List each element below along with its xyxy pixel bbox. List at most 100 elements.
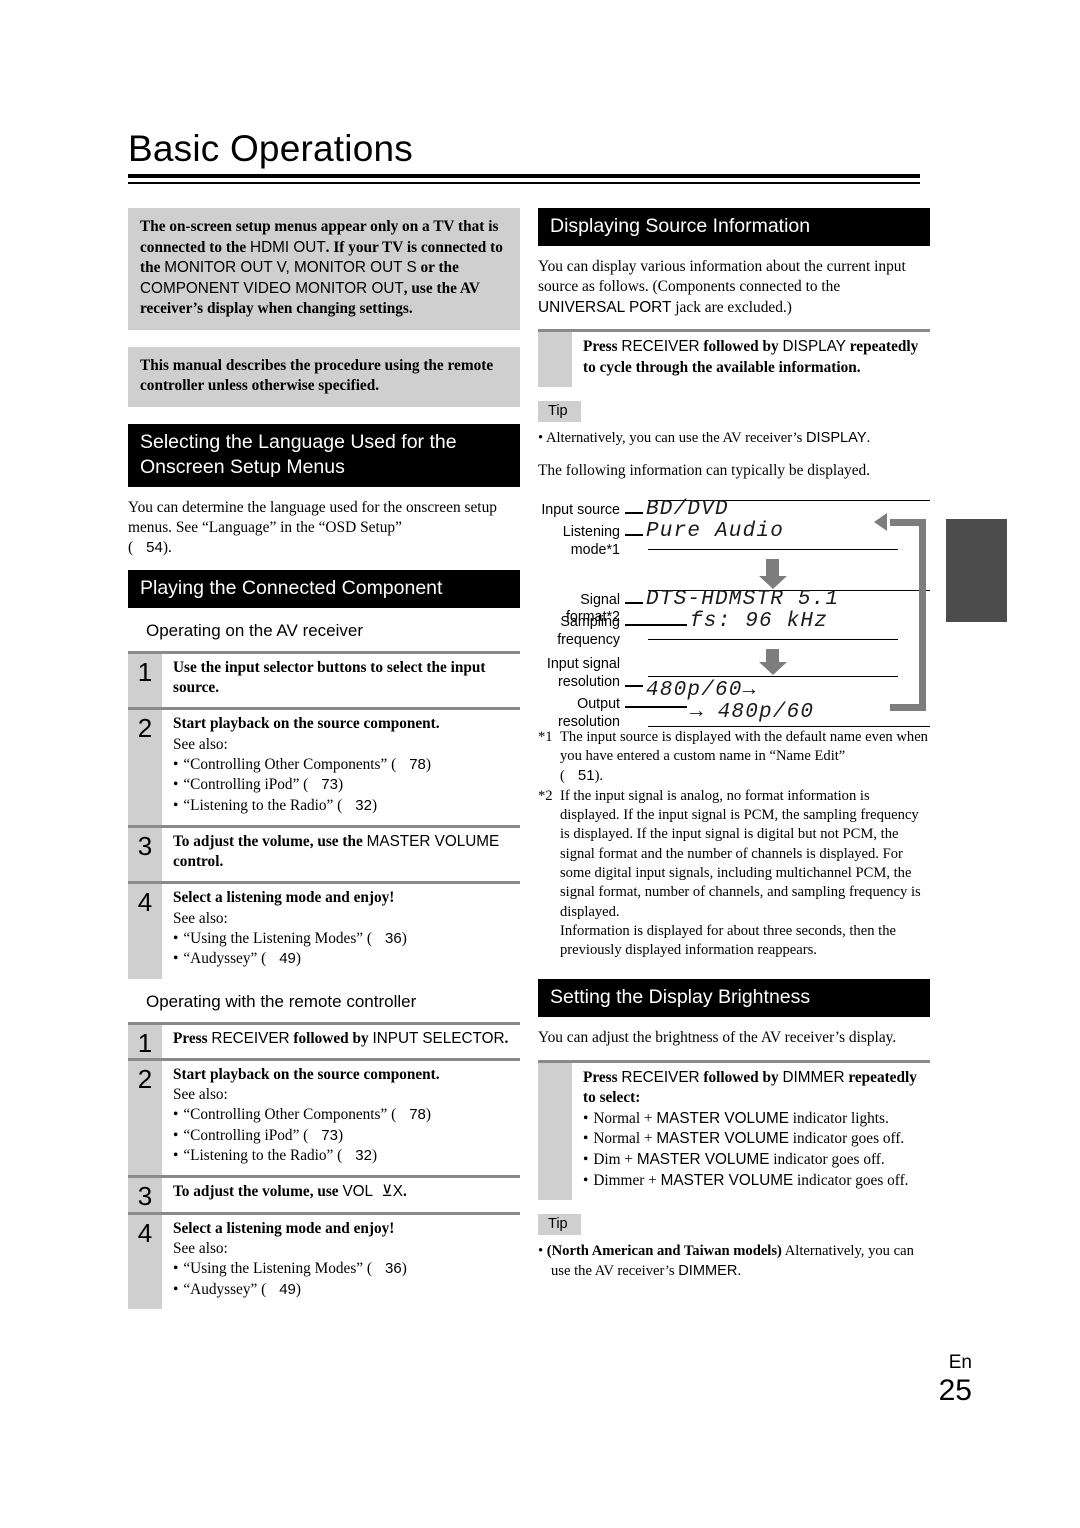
label-input-source: Input source	[541, 501, 620, 518]
page-ref: 32	[355, 796, 372, 814]
page-ref-54: 54	[146, 539, 163, 557]
page-ref: 36	[385, 929, 402, 947]
footnote-1: *1 The input source is displayed with th…	[538, 728, 930, 787]
section-heading-language: Selecting the Language Used for the Onsc…	[128, 423, 520, 487]
document-page: Basic Operations The on-screen setup men…	[0, 0, 1080, 1528]
chapter-edge-tab	[946, 519, 1007, 622]
lcd-input-source: BD/DVD	[646, 497, 729, 521]
step-title: To adjust the volume, use VOL ⊻X.	[173, 1183, 407, 1201]
loop-vertical	[919, 518, 926, 711]
page-ref: 36	[385, 1260, 402, 1278]
step-number: 4	[128, 884, 162, 979]
note-manual-procedure: This manual describes the procedure usin…	[128, 346, 520, 407]
ref-label: “Audyssey” (	[183, 1280, 267, 1298]
section-heading-playing: Playing the Connected Component	[128, 569, 520, 608]
flow-loop-arrow	[868, 513, 926, 711]
step-see-also: See also:	[173, 1239, 228, 1257]
left-column: The on-screen setup menus appear only on…	[128, 208, 520, 1315]
brightness-options: Normal + MASTER VOLUME indicator lights.…	[583, 1109, 930, 1192]
list-item: “Listening to the Radio” (32)	[173, 796, 520, 816]
note-onscreen-menus: The on-screen setup menus appear only on…	[128, 208, 520, 330]
diagram-rule	[648, 548, 898, 551]
list-item: Normal + MASTER VOLUME indicator lights.	[583, 1109, 930, 1130]
ref-label: “Using the Listening Modes” (	[183, 1260, 372, 1278]
step-title: To adjust the volume, use the MASTER VOL…	[173, 832, 500, 871]
ref-label: “Controlling Other Components” (	[183, 755, 397, 773]
tip-bold-models: (North American and Taiwan models)	[546, 1243, 782, 1260]
list-item: “Listening to the Radio” (32)	[173, 1146, 520, 1166]
step-number: 3	[128, 827, 162, 882]
step-title: Press RECEIVER followed by INPUT SELECTO…	[173, 1029, 509, 1047]
list-item: “Controlling Other Components” (78)	[173, 1105, 520, 1125]
ref-close: )	[401, 1260, 407, 1278]
section-heading-brightness: Setting the Display Brightness	[538, 979, 930, 1018]
subhead-operating-remote: Operating with the remote controller	[146, 991, 417, 1011]
label-input-resolution-line2: resolution	[558, 673, 620, 690]
page-ref: 73	[321, 776, 338, 794]
ref-close: )	[295, 950, 301, 968]
section-source-info-body: You can display various information abou…	[538, 258, 906, 316]
ref-close: )	[425, 755, 432, 773]
step-number: 1	[128, 1024, 162, 1058]
diagram-intro: The following information can typically …	[538, 462, 871, 480]
step-row: 4 Select a listening mode and enjoy! See…	[128, 1211, 520, 1309]
footnote-2: *2 If the input signal is analog, no for…	[538, 787, 930, 922]
section-language-text: You can determine the language used for …	[128, 498, 497, 536]
loop-top	[890, 518, 926, 526]
footnote-mark: *1	[538, 728, 553, 745]
label-input-resolution-line1: Input signal	[546, 655, 620, 672]
step-reference-list: “Controlling Other Components” (78) “Con…	[173, 755, 520, 816]
label-sampling-line1: Sampling	[560, 613, 620, 630]
press-instruction-text: Press RECEIVER followed by DISPLAY repea…	[583, 338, 919, 376]
ref-label: “Audyssey” (	[183, 950, 267, 968]
step-title: Select a listening mode and enjoy!	[173, 1219, 395, 1237]
flow-arrow-down	[758, 558, 787, 589]
diagram-leader	[625, 533, 643, 536]
diagram-leader	[625, 705, 687, 708]
list-item: “Controlling iPod” (73)	[173, 775, 520, 795]
ref-close: )	[337, 776, 344, 794]
diagram-leader	[625, 623, 687, 626]
footer-language: En	[948, 1352, 972, 1373]
lcd-sampling-frequency: fs: 96 kHz	[690, 609, 829, 633]
list-item: Normal + MASTER VOLUME indicator goes of…	[583, 1129, 930, 1150]
steps-remote: 1 Press RECEIVER followed by INPUT SELEC…	[128, 1021, 520, 1309]
tip-text-dimmer: • (North American and Taiwan models) Alt…	[538, 1243, 914, 1279]
ref-close: )	[295, 1280, 301, 1298]
section-brightness-body: You can adjust the brightness of the AV …	[538, 1029, 897, 1047]
page-ref-51: 51	[577, 767, 595, 785]
step-row: 4 Select a listening mode and enjoy! See…	[128, 881, 520, 979]
step-reference-list: “Using the Listening Modes” (36) “Audyss…	[173, 929, 520, 970]
diagram-rule	[648, 638, 898, 641]
step-row: 2 Start playback on the source component…	[128, 707, 520, 825]
footnote-text: If the input signal is analog, no format…	[560, 787, 921, 920]
title-rule-thin	[128, 182, 920, 184]
step-title: Select a listening mode and enjoy!	[173, 889, 395, 907]
press-gray-bar	[538, 1062, 572, 1201]
step-reference-list: “Controlling Other Components” (78) “Con…	[173, 1105, 520, 1166]
lcd-output-resolution: → 480p/60	[690, 700, 815, 724]
footnote-text: The input source is displayed with the d…	[560, 728, 928, 765]
ref-label: “Listening to the Radio” (	[183, 1147, 343, 1165]
step-title: Use the input selector buttons to select…	[173, 658, 486, 697]
tip-label-display: Tip	[538, 401, 581, 423]
diagram-leader	[625, 511, 643, 514]
step-row: 3 To adjust the volume, use VOL ⊻X.	[128, 1175, 520, 1212]
step-row: 2 Start playback on the source component…	[128, 1057, 520, 1176]
step-see-also: See also:	[173, 735, 228, 753]
press-instruction-dimmer: Press RECEIVER followed by DIMMER repeat…	[538, 1059, 930, 1201]
list-item: “Controlling iPod” (73)	[173, 1126, 520, 1146]
label-output-resolution-line1: Output	[577, 695, 620, 712]
page-ref: 78	[409, 1106, 426, 1124]
list-item: “Controlling Other Components” (78)	[173, 755, 520, 775]
loop-bottom	[890, 703, 926, 711]
page-ref: 73	[321, 1126, 338, 1144]
step-see-also: See also:	[173, 1086, 228, 1104]
list-item: Dimmer + MASTER VOLUME indicator goes of…	[583, 1171, 930, 1192]
page-ref: 49	[279, 1280, 296, 1298]
ref-label: “Controlling Other Components” (	[183, 1106, 397, 1124]
step-row: 3 To adjust the volume, use the MASTER V…	[128, 824, 520, 882]
press-instruction-text: Press RECEIVER followed by DIMMER repeat…	[583, 1068, 917, 1107]
ref-close: )	[401, 929, 407, 947]
display-information-diagram: Input source BD/DVD Listening mode*1 Pur…	[538, 493, 930, 730]
